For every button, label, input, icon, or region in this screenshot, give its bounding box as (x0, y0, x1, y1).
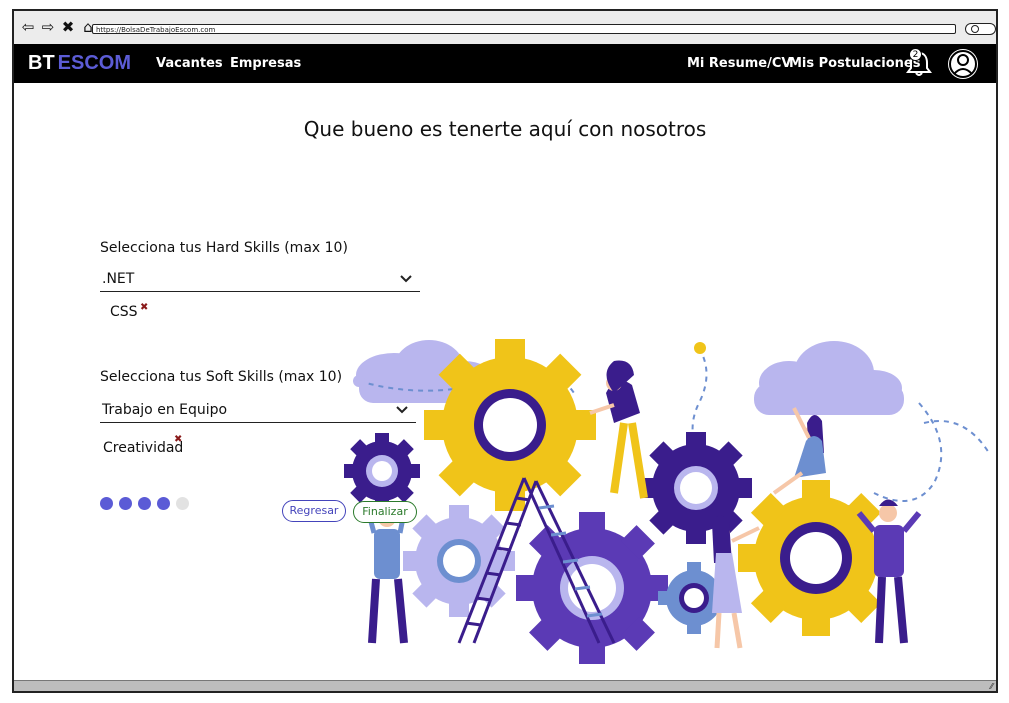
brand-part-2: ESCOM (57, 52, 132, 74)
back-button[interactable]: Regresar (282, 500, 346, 522)
hard-skills-selected-value: .NET (102, 271, 135, 287)
hard-skill-chip: CSS ✖ (110, 302, 148, 320)
nav-link-resume[interactable]: Mi Resume/CV (687, 56, 791, 71)
step-dot-complete (119, 497, 132, 510)
hard-skills-label: Selecciona tus Hard Skills (max 10) (100, 240, 348, 256)
brand-logo[interactable]: BT ESCOM (28, 52, 131, 75)
browser-search-button[interactable] (965, 23, 996, 35)
nav-link-vacantes[interactable]: Vacantes (156, 56, 223, 71)
brand-part-1: BT (28, 52, 55, 74)
hard-skill-chip-label: CSS (110, 304, 138, 320)
finish-button[interactable]: Finalizar (353, 501, 417, 523)
step-dot-complete (138, 497, 151, 510)
user-avatar-icon[interactable] (947, 48, 979, 80)
soft-skill-chip-label: Creatividad (103, 440, 184, 456)
step-dot-complete (100, 497, 113, 510)
browser-window: ⇦ ⇨ ✖ ⌂ https://BolsaDeTrabajoEscom.com … (12, 9, 998, 693)
page-title: Que bueno es tenerte aquí con nosotros (303, 117, 707, 141)
step-dot-complete (157, 497, 170, 510)
resize-grip-icon[interactable]: ⁄⁄ (990, 682, 993, 691)
window-status-bar: ⁄⁄ (14, 680, 996, 691)
remove-chip-icon[interactable]: ✖ (140, 302, 148, 313)
soft-skill-chip: Creatividad ✖ (103, 434, 184, 456)
nav-link-empresas[interactable]: Empresas (230, 56, 301, 71)
soft-skills-label: Selecciona tus Soft Skills (max 10) (100, 369, 343, 385)
back-arrow-icon[interactable]: ⇦ (20, 18, 36, 36)
teamwork-gears-illustration (344, 339, 990, 664)
remove-chip-icon[interactable]: ✖ (174, 434, 182, 445)
main-content: Que bueno es tenerte aquí con nosotros S… (14, 83, 996, 685)
chevron-down-icon (400, 275, 412, 283)
step-progress (100, 497, 189, 510)
notification-badge: 2 (909, 48, 922, 61)
soft-skills-select[interactable]: Trabajo en Equipo (100, 402, 416, 423)
browser-toolbar: ⇦ ⇨ ✖ ⌂ https://BolsaDeTrabajoEscom.com (14, 11, 996, 45)
hard-skills-select[interactable]: .NET (100, 271, 420, 292)
top-navigation: BT ESCOM Vacantes Empresas Mi Resume/CV M… (14, 44, 996, 83)
address-bar[interactable]: https://BolsaDeTrabajoEscom.com (92, 24, 956, 34)
forward-arrow-icon[interactable]: ⇨ (40, 18, 56, 36)
search-icon (971, 25, 979, 33)
step-dot-pending (176, 497, 189, 510)
soft-skills-selected-value: Trabajo en Equipo (102, 402, 228, 418)
chevron-down-icon (396, 406, 408, 414)
nav-link-postulaciones[interactable]: Mis Postulaciones (789, 56, 920, 71)
close-icon[interactable]: ✖ (60, 18, 76, 36)
